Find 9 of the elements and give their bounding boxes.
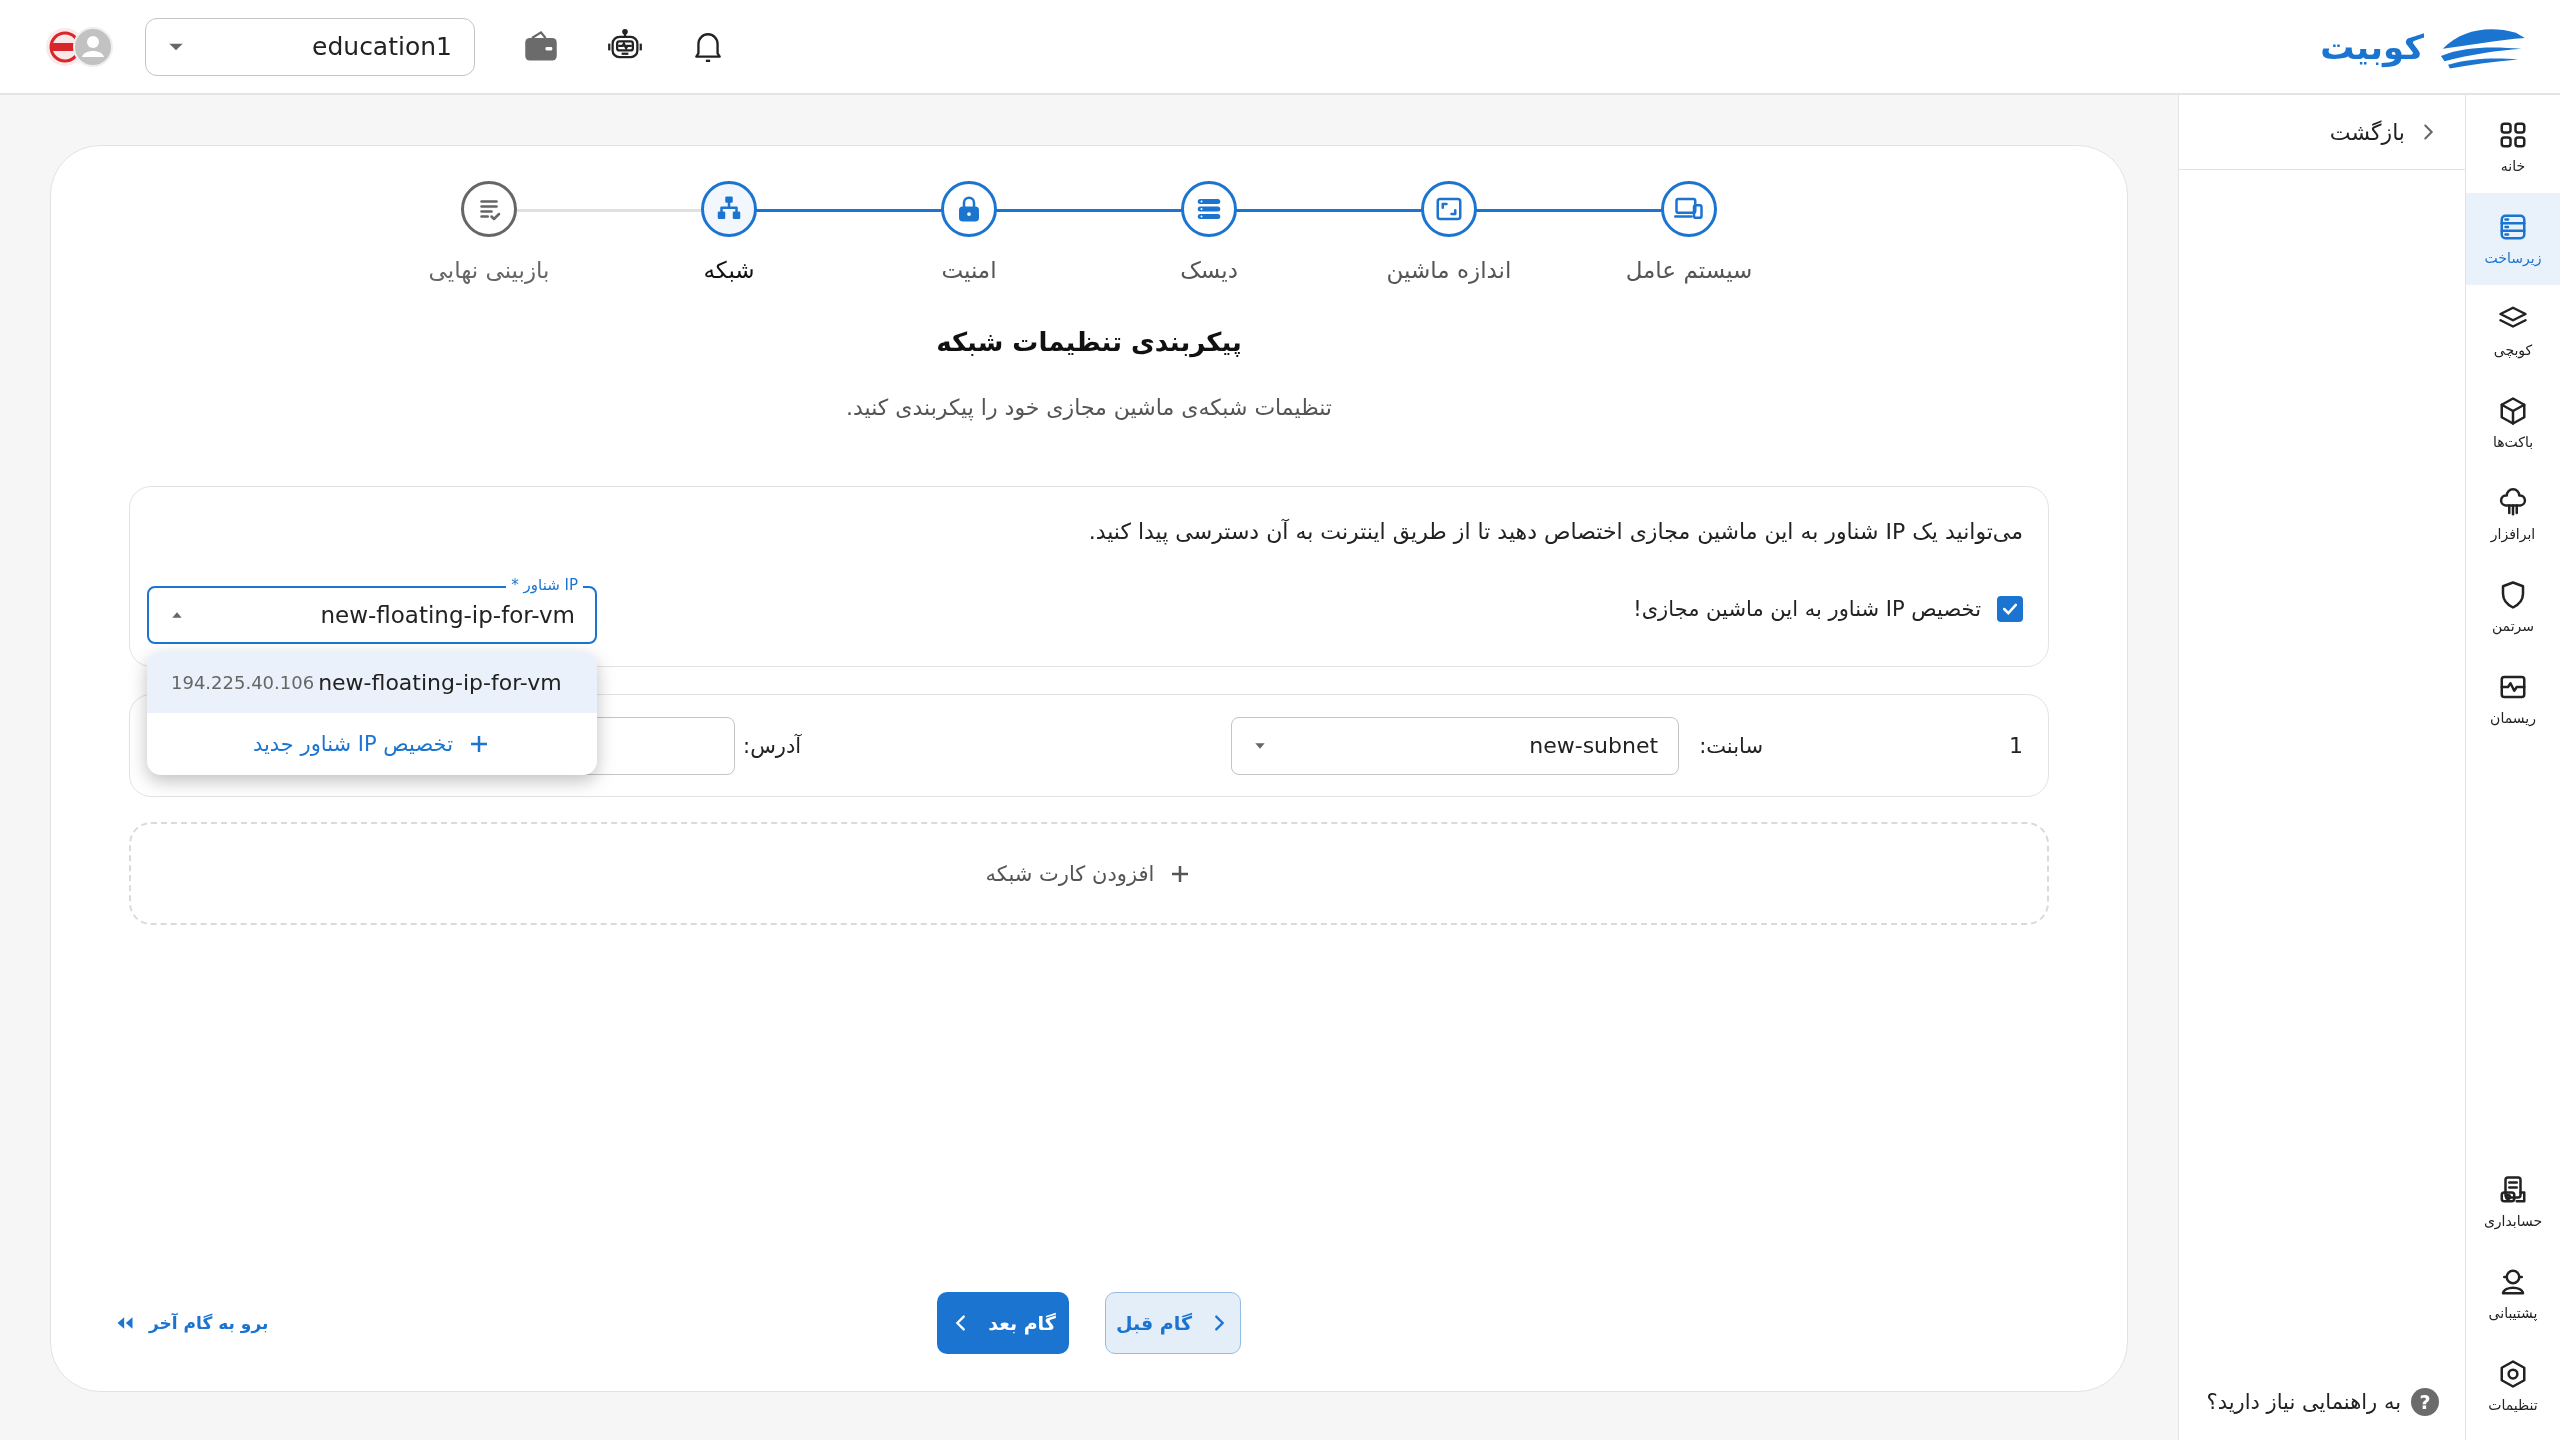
description-text: می‌توانید یک IP شناور به این ماشین مجازی اختصاص دهید تا از طریق اینترنت به آن دسترسی پیدا کنید.	[1087, 519, 2023, 544]
row-index: 1	[2008, 733, 2023, 758]
section-subtitle: تنظیمات شبکه‌ی ماشین مجازی خود را پیکربندی کنید.	[845, 395, 1333, 420]
field-label: سابنت:	[1699, 733, 1763, 758]
section-title: پیکربندی تنظیمات شبکه	[935, 327, 1243, 357]
brand-name: کوبیت	[2320, 26, 2424, 67]
checkbox-label: تخصیص IP شناور به این ماشین مجازی!	[1633, 597, 1981, 621]
help-icon: ?	[2411, 1388, 2439, 1416]
field-label: آدرس:	[743, 733, 802, 758]
